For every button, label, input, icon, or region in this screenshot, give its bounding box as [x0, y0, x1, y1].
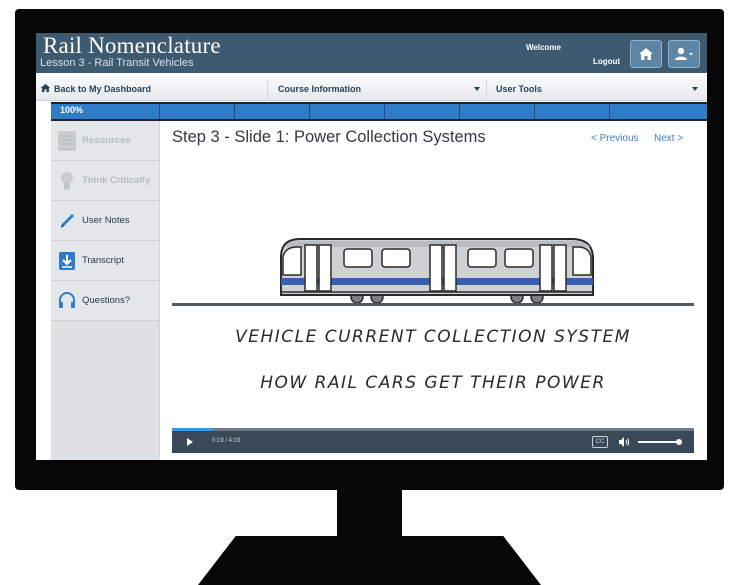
progress-segment [459, 104, 460, 119]
lesson-subtitle: Lesson 3 - Rail Transit Vehicles [40, 57, 194, 69]
pencil-icon [61, 214, 74, 228]
progress-label: 100% [60, 105, 84, 115]
sidebar-item-label: Questions? [82, 295, 131, 306]
progress-segment [609, 104, 610, 119]
user-tools-label: User Tools [496, 84, 542, 94]
sidebar-item-questions[interactable]: Questions? [51, 281, 159, 321]
download-icon [59, 252, 75, 270]
slide-title: Step 3 - Slide 1: Power Collection Syste… [172, 128, 486, 146]
nav-bar: Back to My Dashboard Course Information … [36, 78, 707, 101]
home-button[interactable] [630, 40, 662, 68]
slide-caption-line-1: VEHICLE CURRENT COLLECTION SYSTEM [235, 327, 631, 347]
monitor-base [198, 536, 541, 585]
back-to-dashboard-link[interactable]: Back to My Dashboard [40, 78, 151, 100]
screen: Rail Nomenclature Lesson 3 - Rail Transi… [36, 33, 707, 460]
sidebar-item-label: Resources [82, 135, 131, 146]
sidebar-item-transcript[interactable]: Transcript [51, 241, 159, 281]
slide-caption-line-2: HOW RAIL CARS GET THEIR POWER [260, 373, 606, 393]
sidebar-item-user-notes[interactable]: User Notes [51, 201, 159, 241]
app-header: Rail Nomenclature Lesson 3 - Rail Transi… [36, 33, 707, 73]
previous-link[interactable]: < Previous [591, 133, 639, 144]
train-illustration [172, 238, 694, 306]
chevron-down-icon [474, 87, 480, 91]
volume-slider[interactable] [638, 441, 678, 443]
headset-icon [59, 292, 75, 308]
nav-divider [267, 80, 268, 98]
next-link[interactable]: Next > [654, 133, 683, 144]
sidebar: Resources Think Critically User Notes Tr… [51, 121, 160, 460]
course-progress-bar: 100% [51, 102, 707, 121]
content-area: Step 3 - Slide 1: Power Collection Syste… [160, 121, 707, 460]
sidebar-item-resources[interactable]: Resources [51, 121, 159, 161]
resources-icon [58, 131, 76, 151]
closed-captions-button[interactable]: CC [592, 436, 608, 448]
nav-divider [486, 80, 487, 98]
volume-slider-knob[interactable] [676, 439, 682, 445]
monitor-neck [337, 488, 402, 538]
user-icon [675, 47, 693, 60]
course-information-dropdown[interactable]: Course Information [278, 78, 482, 100]
progress-segment [159, 104, 160, 119]
user-menu-button[interactable] [668, 40, 700, 68]
sidebar-item-label: Transcript [82, 255, 124, 266]
progress-segment [309, 104, 310, 119]
sidebar-item-label: User Notes [82, 215, 130, 226]
welcome-text: Welcome [526, 43, 561, 52]
progress-segment [384, 104, 385, 119]
logout-link[interactable]: Logout [593, 57, 620, 66]
video-controls: 0:19 / 4:03 CC [172, 431, 694, 453]
home-icon [639, 48, 653, 60]
course-information-label: Course Information [278, 84, 362, 94]
video-time: 0:19 / 4:03 [212, 438, 241, 444]
chevron-down-icon [692, 87, 698, 91]
back-to-dashboard-label: Back to My Dashboard [54, 84, 152, 94]
lightbulb-icon [61, 172, 73, 190]
app-title: Rail Nomenclature [43, 33, 221, 58]
progress-segment [234, 104, 235, 119]
play-icon[interactable] [186, 438, 194, 446]
video-player[interactable]: VEHICLE CURRENT COLLECTION SYSTEM HOW RA… [172, 157, 694, 454]
sidebar-item-label: Think Critically [82, 175, 151, 186]
progress-segment [534, 104, 535, 119]
sidebar-item-think-critically[interactable]: Think Critically [51, 161, 159, 201]
volume-icon[interactable] [618, 437, 630, 447]
user-tools-dropdown[interactable]: User Tools [496, 78, 702, 100]
home-icon [40, 83, 51, 93]
